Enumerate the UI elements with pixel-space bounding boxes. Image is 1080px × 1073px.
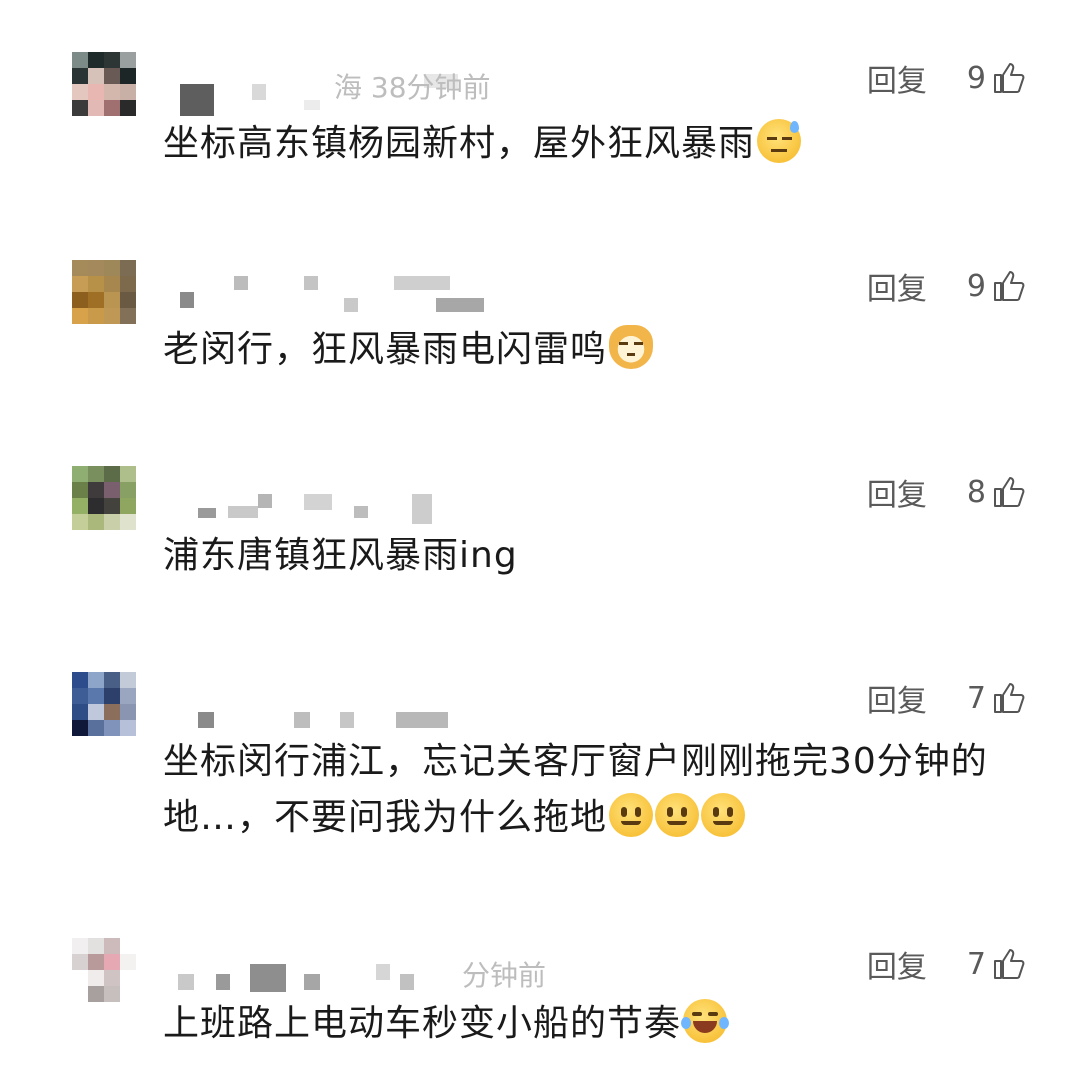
username-blurred <box>164 478 584 524</box>
cat-emoji <box>609 325 654 369</box>
like-count: 9 <box>966 268 986 304</box>
avatar[interactable] <box>72 52 136 144</box>
username-blurred <box>164 684 584 728</box>
like-count: 8 <box>966 474 986 510</box>
smile-emoji <box>655 793 700 837</box>
reply-button[interactable]: 回复 <box>867 942 927 986</box>
reply-button[interactable]: 回复 <box>867 56 927 100</box>
comment-text: 坐标高东镇杨园新村，屋外狂风暴雨 <box>163 116 1043 172</box>
smile-emoji <box>609 793 654 837</box>
comment-body: 坐标高东镇杨园新村，屋外狂风暴雨 <box>163 123 756 164</box>
tears-of-joy-emoji <box>681 999 730 1043</box>
comment-time: 海 38分钟前 <box>334 71 491 104</box>
comment-actions: 回复 9 <box>867 54 1026 102</box>
sweat-smile-emoji <box>757 119 802 163</box>
like-count: 7 <box>966 680 986 716</box>
avatar[interactable] <box>72 672 136 764</box>
reply-button[interactable]: 回复 <box>867 264 927 308</box>
comment-time: 分钟前 <box>462 959 547 992</box>
like-count: 7 <box>966 946 986 982</box>
comment-body: 老闵行，狂风暴雨电闪雷鸣 <box>163 329 608 370</box>
comment-text: 坐标闵行浦江，忘记关客厅窗户刚刚拖完30分钟的地…，不要问我为什么拖地 <box>163 734 1029 846</box>
comment-text: 浦东唐镇狂风暴雨ing <box>163 528 1043 584</box>
username-blurred <box>164 272 584 312</box>
comment-body: 上班路上电动车秒变小船的节奏 <box>163 1003 682 1044</box>
comment-text: 老闵行，狂风暴雨电闪雷鸣 <box>163 322 1043 378</box>
reply-button[interactable]: 回复 <box>867 470 927 514</box>
thumbs-up-icon[interactable] <box>992 475 1026 509</box>
comment-actions: 回复 8 <box>867 468 1026 516</box>
comment-actions: 回复 7 <box>867 940 1026 988</box>
thumbs-up-icon[interactable] <box>992 269 1026 303</box>
thumbs-up-icon[interactable] <box>992 61 1026 95</box>
comment-text: 上班路上电动车秒变小船的节奏 <box>163 996 1043 1052</box>
avatar[interactable] <box>72 260 136 352</box>
thumbs-up-icon[interactable] <box>992 947 1026 981</box>
comment-body: 浦东唐镇狂风暴雨ing <box>163 535 518 576</box>
comment-actions: 回复 7 <box>867 674 1026 722</box>
comment-actions: 回复 9 <box>867 262 1026 310</box>
smile-emoji <box>701 793 746 837</box>
comment-body: 坐标闵行浦江，忘记关客厅窗户刚刚拖完30分钟的地…，不要问我为什么拖地 <box>163 741 988 838</box>
username-blurred: 分钟前 <box>164 950 584 992</box>
avatar[interactable] <box>72 938 136 1030</box>
username-blurred: 海 38分钟前 <box>164 64 584 116</box>
like-count: 9 <box>966 60 986 96</box>
reply-button[interactable]: 回复 <box>867 676 927 720</box>
thumbs-up-icon[interactable] <box>992 681 1026 715</box>
avatar[interactable] <box>72 466 136 558</box>
